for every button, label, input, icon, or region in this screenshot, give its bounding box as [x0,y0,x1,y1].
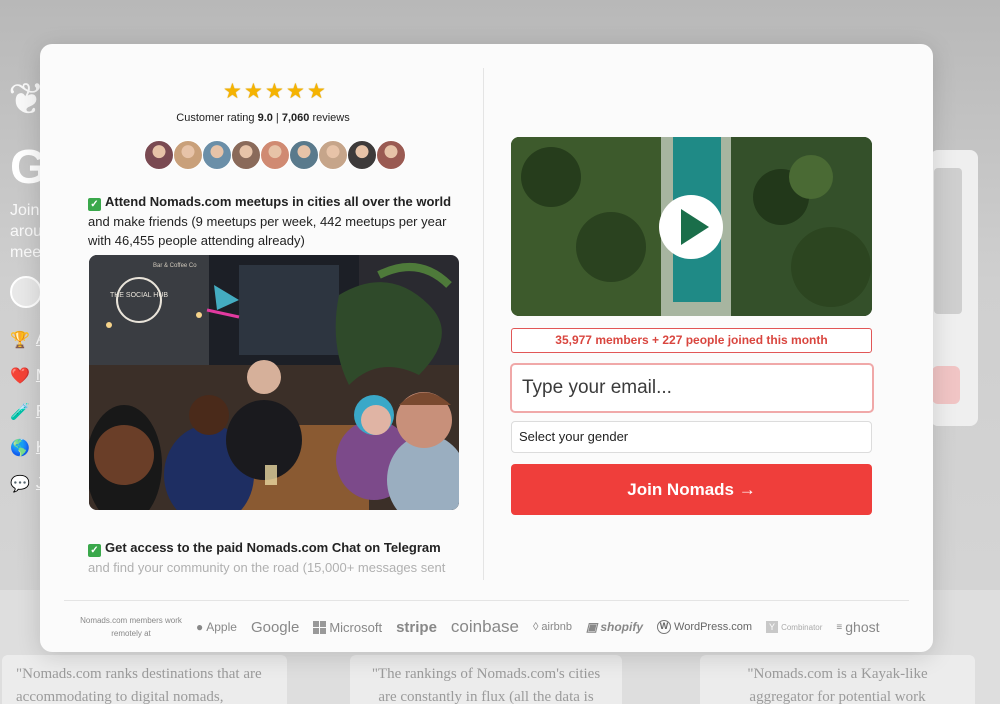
signup-modal: ★ ★ ★ ★ ★ Customer rating 9.0 | 7,060 re… [40,44,933,652]
feature-description: and find your community on the road (15,… [88,559,446,575]
background-card-button [932,366,960,404]
press-quote: "The rankings of Nomads.com's cities are… [350,655,622,704]
avatar [376,140,406,170]
customer-rating: Customer rating 9.0 | 7,060 reviews [176,112,350,124]
avatar [202,140,232,170]
microsoft-icon [313,620,327,634]
members-count-banner: 35,977 members + 227 people joined this … [511,328,872,353]
avatar [173,140,203,170]
press-quote: "Nomads.com ranks destinations that are … [2,655,287,704]
trophy-icon: 🏆 [10,332,30,349]
star-icon: ★ [244,80,263,103]
checkmark-icon: ✓ [88,198,101,211]
feature-heading: Attend Nomads.com meetups in cities all … [105,194,452,209]
feature-meetups: ✓ Attend Nomads.com meetups in cities all… [88,192,460,251]
avatar [10,276,42,308]
rating-stars: ★ ★ ★ ★ ★ [223,80,327,103]
avatar [231,140,261,170]
meetup-photo: THE SOCIAL HUB Bar & Coffee Co [89,255,459,510]
star-icon: ★ [223,80,242,103]
column-divider [483,68,484,580]
meetup-photo-image: THE SOCIAL HUB Bar & Coffee Co [89,255,459,510]
chat-bubble-icon: 💬 [10,476,30,493]
airbnb-logo: ◊ airbnb [532,621,572,633]
avatar [260,140,290,170]
test-tube-icon: 🧪 [10,404,30,421]
intro-video[interactable] [511,137,872,316]
shopify-bag-icon: ▣ [586,620,598,634]
star-icon: ★ [307,80,326,103]
apple-logo: ● Apple [196,620,237,634]
google-logo: Google [250,618,300,636]
airbnb-icon: ◊ [532,621,539,633]
y-combinator-icon: Y [766,621,779,633]
heart-icon: ❤️ [10,368,30,385]
avatar [318,140,348,170]
gender-select[interactable]: Select your gender [511,421,872,453]
video-thumbnail [511,137,872,316]
footer-divider [64,600,909,601]
company-logos: ● Apple Google Microsoft stripe coinbase … [196,616,894,638]
ghost-logo: ≡ ghost [836,619,880,635]
feature-description: and make friends (9 meetups per week, 44… [88,213,447,249]
checkmark-icon: ✓ [88,544,101,557]
feature-telegram-chat: ✓ Get access to the paid Nomads.com Chat … [88,538,460,577]
wordpress-icon: W [657,620,672,634]
star-icon: ★ [286,80,305,103]
photo-sign-text: THE SOCIAL HUB [110,292,168,299]
background-signup-card [930,150,978,426]
stripe-logo: stripe [396,618,437,636]
microsoft-logo: Microsoft [313,620,382,635]
logos-label: Nomads.com members work remotely at [80,616,182,638]
member-avatars [144,140,406,170]
laurel-wreath-icon: ❦ [8,75,45,124]
email-input[interactable] [510,363,874,413]
rating-score: 9.0 [257,112,273,124]
y-combinator-logo: Y Combinator [766,621,822,633]
coinbase-logo: coinbase [450,617,519,636]
avatar [144,140,174,170]
join-button[interactable]: Join Nomads → [511,464,872,515]
avatar [289,140,319,170]
star-icon: ★ [265,80,284,103]
press-quote: "Nomads.com is a Kayak-like aggregator f… [700,655,975,704]
globe-icon: 🌎 [10,440,30,457]
ghost-icon: ≡ [836,621,843,633]
reviews-count: 7,060 [281,112,310,124]
wordpress-logo: W WordPress.com [657,620,752,634]
apple-icon: ● [196,620,204,634]
photo-small-sign: Bar & Coffee Co [153,263,197,269]
avatar [347,140,377,170]
background-card-image [934,168,962,314]
feature-heading: Get access to the paid Nomads.com Chat o… [105,540,441,555]
shopify-logo: ▣ shopify [586,620,644,634]
